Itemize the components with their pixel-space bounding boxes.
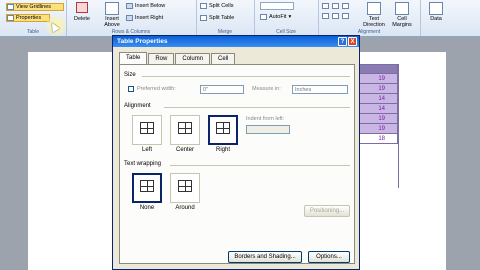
- table-row[interactable]: 18: [358, 134, 398, 144]
- wrap-none-label: None: [139, 205, 155, 211]
- table-border: [398, 64, 399, 188]
- dropdown-arrow-icon: ▾: [288, 14, 292, 20]
- preferred-width-label: Preferred width:: [137, 86, 176, 92]
- align-left-icon: [140, 122, 154, 134]
- alignment-group: Text Direction Cell Margins Alignment: [318, 0, 421, 36]
- autofit-button[interactable]: AutoFit ▾: [260, 14, 291, 20]
- tab-column[interactable]: Column: [175, 53, 211, 64]
- insert-right-button[interactable]: Insert Right: [126, 15, 163, 21]
- align-center-option[interactable]: [170, 115, 200, 145]
- ribbon: View Gridlines Properties Table Delete I…: [0, 0, 480, 37]
- table-row[interactable]: 19: [358, 114, 398, 124]
- cell-margins-button[interactable]: Cell Margins: [390, 2, 414, 28]
- positioning-button[interactable]: Positioning...: [304, 205, 350, 217]
- wrap-none-option[interactable]: [132, 173, 162, 203]
- align-right-label: Right: [215, 147, 230, 153]
- table-row[interactable]: 19: [358, 74, 398, 84]
- split-cells-icon: [200, 3, 207, 9]
- wrap-none-icon: [140, 180, 154, 192]
- view-gridlines-button[interactable]: View Gridlines: [6, 3, 64, 11]
- autofit-icon: [260, 14, 267, 20]
- dialog-tabs: Table Row Column Cell: [119, 52, 236, 64]
- tab-table[interactable]: Table: [119, 52, 148, 64]
- table-tab-panel: Size Preferred width: 0" Measure in: Inc…: [119, 64, 355, 264]
- align-center-icon: [178, 122, 192, 134]
- measure-in-label: Measure in:: [252, 86, 281, 92]
- align-middle-left-icon[interactable]: [322, 13, 329, 19]
- dialog-titlebar[interactable]: Table Properties ? X: [113, 36, 359, 47]
- borders-and-shading-button[interactable]: Borders and Shading...: [228, 251, 302, 263]
- table-properties-dialog: Table Properties ? X Table Row Column Ce…: [112, 35, 360, 270]
- align-top-center-icon[interactable]: [332, 3, 339, 9]
- cell-margins-icon: [395, 2, 409, 15]
- data-button[interactable]: Data: [424, 2, 448, 22]
- table-row[interactable]: [358, 64, 398, 74]
- insert-above-icon: [105, 2, 119, 15]
- insert-right-icon: [126, 15, 133, 21]
- divider: [142, 76, 350, 77]
- divider: [170, 165, 350, 166]
- table-row[interactable]: 19: [358, 124, 398, 134]
- delete-button[interactable]: Delete: [70, 2, 94, 22]
- indent-from-left-input[interactable]: [246, 125, 290, 134]
- insert-above-button[interactable]: Insert Above: [100, 2, 124, 28]
- align-left-option[interactable]: [132, 115, 162, 145]
- close-button[interactable]: X: [348, 37, 357, 46]
- align-right-icon: [216, 122, 230, 134]
- properties-button[interactable]: Properties: [6, 14, 50, 22]
- align-top-right-icon[interactable]: [342, 3, 349, 9]
- merge-group: Split Cells Split Table Merge: [196, 0, 255, 36]
- data-icon: [429, 2, 443, 15]
- text-direction-icon: [367, 2, 381, 15]
- split-table-icon: [200, 15, 207, 21]
- text-direction-button[interactable]: Text Direction: [362, 2, 386, 28]
- alignment-section-label: Alignment: [124, 103, 151, 109]
- table-row[interactable]: 19: [358, 84, 398, 94]
- divider: [164, 107, 350, 108]
- align-left-label: Left: [141, 147, 152, 153]
- cell-size-group: AutoFit ▾ Cell Size: [254, 0, 319, 36]
- preferred-width-checkbox[interactable]: [128, 86, 134, 92]
- table-row[interactable]: 14: [358, 94, 398, 104]
- properties-icon: [7, 15, 14, 21]
- split-table-button[interactable]: Split Table: [200, 15, 234, 21]
- align-center-label: Center: [175, 147, 194, 153]
- preferred-width-input[interactable]: 0": [200, 85, 244, 94]
- wrap-around-label: Around: [175, 205, 195, 211]
- size-section-label: Size: [124, 72, 136, 78]
- split-cells-button[interactable]: Split Cells: [200, 3, 233, 9]
- options-button[interactable]: Options...: [308, 251, 350, 263]
- wrap-around-option[interactable]: [170, 173, 200, 203]
- text-wrapping-section-label: Text wrapping: [124, 161, 162, 167]
- help-button[interactable]: ?: [338, 37, 347, 46]
- gridlines-icon: [7, 4, 14, 10]
- align-middle-right-icon[interactable]: [342, 13, 349, 19]
- delete-icon: [76, 2, 88, 13]
- data-group: Data: [420, 0, 450, 36]
- indent-from-left-label: Indent from left:: [246, 116, 285, 122]
- document-table[interactable]: 19 19 14 14 19 19 18: [358, 64, 398, 144]
- row-height-spinner[interactable]: [260, 2, 294, 10]
- tab-row[interactable]: Row: [148, 53, 175, 64]
- align-right-option[interactable]: [208, 115, 238, 145]
- rows-columns-group: Delete Insert Above Insert Below Insert …: [66, 0, 197, 36]
- align-top-left-icon[interactable]: [322, 3, 329, 9]
- table-row[interactable]: 14: [358, 104, 398, 114]
- insert-below-button[interactable]: Insert Below: [126, 3, 165, 9]
- wrap-around-icon: [178, 180, 192, 192]
- measure-in-select[interactable]: Inches: [292, 85, 348, 94]
- dialog-title: Table Properties: [117, 38, 168, 45]
- align-middle-center-icon[interactable]: [332, 13, 339, 19]
- insert-below-icon: [126, 3, 133, 9]
- tab-cell[interactable]: Cell: [211, 53, 236, 64]
